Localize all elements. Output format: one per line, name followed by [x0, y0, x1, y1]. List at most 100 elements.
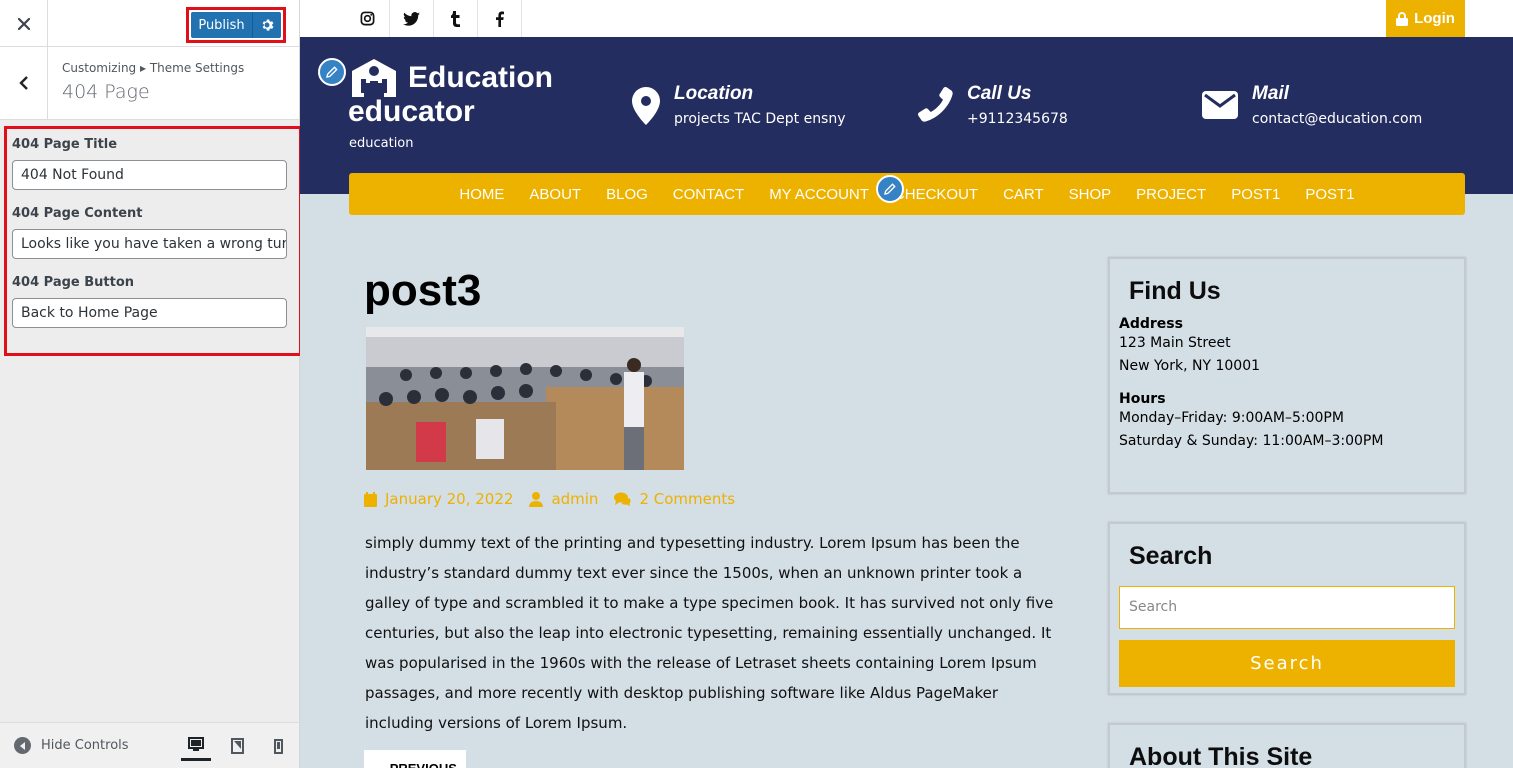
hours-line1: Monday–Friday: 9:00AM–5:00PM — [1119, 410, 1344, 426]
close-icon — [17, 17, 30, 30]
collapse-icon — [14, 737, 31, 754]
school-logo-icon — [352, 59, 396, 97]
content-field-label: 404 Page Content — [12, 206, 143, 221]
customizer-footer: Hide Controls — [0, 722, 299, 768]
previous-post-button[interactable]: ← PREVIOUS — [364, 750, 466, 768]
nav-item-cart[interactable]: CART — [1003, 186, 1044, 203]
title-field-label: 404 Page Title — [12, 137, 118, 152]
post-date-text: January 20, 2022 — [385, 490, 514, 508]
customizer-sidebar: Publish Customizing ▸ Theme Settings 404… — [0, 0, 302, 768]
tumblr-link[interactable] — [434, 0, 478, 37]
mail-text: contact@education.com — [1252, 111, 1423, 127]
envelope-icon — [1202, 91, 1238, 119]
nav-item-checkout[interactable]: CHECKOUT — [894, 186, 978, 203]
twitter-icon — [403, 11, 420, 26]
post-author-text: admin — [551, 490, 599, 508]
search-input[interactable]: Search — [1119, 586, 1455, 629]
customizer-header: Publish — [0, 0, 299, 47]
site-title-line1: Education — [408, 61, 554, 94]
mobile-preview-button[interactable] — [263, 731, 293, 761]
post-comments-text: 2 Comments — [639, 490, 736, 508]
site-title-line2: educator — [348, 95, 475, 128]
post-date[interactable]: January 20, 2022 — [364, 490, 513, 508]
phone-icon — [917, 86, 953, 122]
site-logo[interactable]: Education — [348, 57, 553, 99]
back-button[interactable] — [0, 47, 48, 119]
location-title: Location — [674, 83, 754, 104]
address-line2: New York, NY 10001 — [1119, 358, 1261, 374]
site-preview: Login Education educator education Locat… — [300, 0, 1513, 768]
instagram-icon — [360, 11, 375, 26]
nav-item-post1-2[interactable]: POST1 — [1305, 186, 1354, 203]
section-header: Customizing ▸ Theme Settings 404 Page — [0, 47, 299, 120]
phone-text: +9112345678 — [967, 111, 1068, 127]
close-customizer-button[interactable] — [0, 0, 48, 47]
button-field[interactable]: Back to Home Page — [12, 298, 287, 328]
instagram-link[interactable] — [346, 0, 390, 37]
nav-item-project[interactable]: PROJECT — [1136, 186, 1206, 203]
nav-item-home[interactable]: HOME — [459, 186, 504, 203]
nav-item-shop[interactable]: SHOP — [1069, 186, 1112, 203]
site-tagline: education — [349, 136, 414, 151]
pencil-icon — [326, 66, 338, 78]
address-label: Address — [1119, 316, 1183, 332]
title-field[interactable]: 404 Not Found — [12, 160, 287, 190]
hours-label: Hours — [1119, 391, 1166, 407]
lock-icon — [1396, 11, 1409, 26]
tablet-preview-button[interactable] — [222, 731, 252, 761]
phone-title: Call Us — [967, 83, 1032, 104]
login-button[interactable]: Login — [1386, 0, 1465, 37]
gear-icon — [262, 19, 274, 31]
publish-button[interactable]: Publish — [191, 12, 253, 38]
button-field-label: 404 Page Button — [12, 275, 135, 290]
map-pin-icon — [632, 87, 660, 125]
address-line1: 123 Main Street — [1119, 335, 1231, 351]
hide-controls-button[interactable]: Hide Controls — [14, 737, 129, 754]
twitter-link[interactable] — [390, 0, 434, 37]
nav-item-my-account[interactable]: MY ACCOUNT — [769, 186, 869, 203]
phone-info: Call Us +9112345678 — [917, 83, 1068, 127]
nav-item-contact[interactable]: CONTACT — [673, 186, 744, 203]
classroom-photo — [366, 327, 684, 470]
find-us-widget: Find Us Address 123 Main Street New York… — [1108, 257, 1466, 494]
chevron-left-icon — [18, 76, 28, 90]
about-widget: About This Site — [1108, 723, 1466, 768]
mobile-icon — [273, 738, 283, 754]
nav-item-blog[interactable]: BLOG — [606, 186, 648, 203]
post-meta: January 20, 2022 admin 2 Comments — [364, 490, 735, 508]
mail-title: Mail — [1252, 83, 1289, 104]
location-info: Location projects TAC Dept ensny — [632, 83, 846, 127]
hide-controls-label: Hide Controls — [41, 738, 129, 753]
content-field[interactable]: Looks like you have taken a wrong turn&l — [12, 229, 287, 259]
publish-group: Publish — [191, 12, 281, 38]
facebook-link[interactable] — [478, 0, 522, 37]
search-title: Search — [1129, 542, 1213, 570]
facebook-icon — [496, 11, 504, 27]
post-featured-image[interactable] — [366, 327, 684, 470]
nav-item-about[interactable]: ABOUT — [529, 186, 581, 203]
post-author[interactable]: admin — [529, 490, 598, 508]
publish-highlight: Publish — [186, 7, 286, 43]
tumblr-icon — [451, 10, 460, 27]
location-text: projects TAC Dept ensny — [674, 111, 846, 127]
edit-logo-button[interactable] — [318, 58, 346, 86]
desktop-icon — [188, 737, 204, 751]
nav-item-post1[interactable]: POST1 — [1231, 186, 1280, 203]
publish-settings-button[interactable] — [253, 12, 281, 38]
post-title: post3 — [364, 266, 482, 315]
find-us-title: Find Us — [1129, 277, 1221, 305]
section-title: 404 Page — [62, 81, 150, 103]
main-nav: HOME ABOUT BLOG CONTACT MY ACCOUNT CHECK… — [349, 173, 1465, 215]
desktop-preview-button[interactable] — [181, 731, 211, 761]
search-widget: Search Search Search — [1108, 522, 1466, 695]
site-header: Education educator education Location pr… — [300, 37, 1513, 194]
mail-info: Mail contact@education.com — [1202, 83, 1422, 127]
top-bar: Login — [300, 0, 1513, 37]
calendar-icon — [364, 491, 377, 507]
breadcrumb: Customizing ▸ Theme Settings — [62, 61, 245, 75]
hours-line2: Saturday & Sunday: 11:00AM–3:00PM — [1119, 433, 1384, 449]
search-button[interactable]: Search — [1119, 640, 1455, 687]
edit-menu-button[interactable] — [876, 175, 904, 203]
user-icon — [529, 491, 544, 507]
post-comments[interactable]: 2 Comments — [614, 490, 735, 508]
